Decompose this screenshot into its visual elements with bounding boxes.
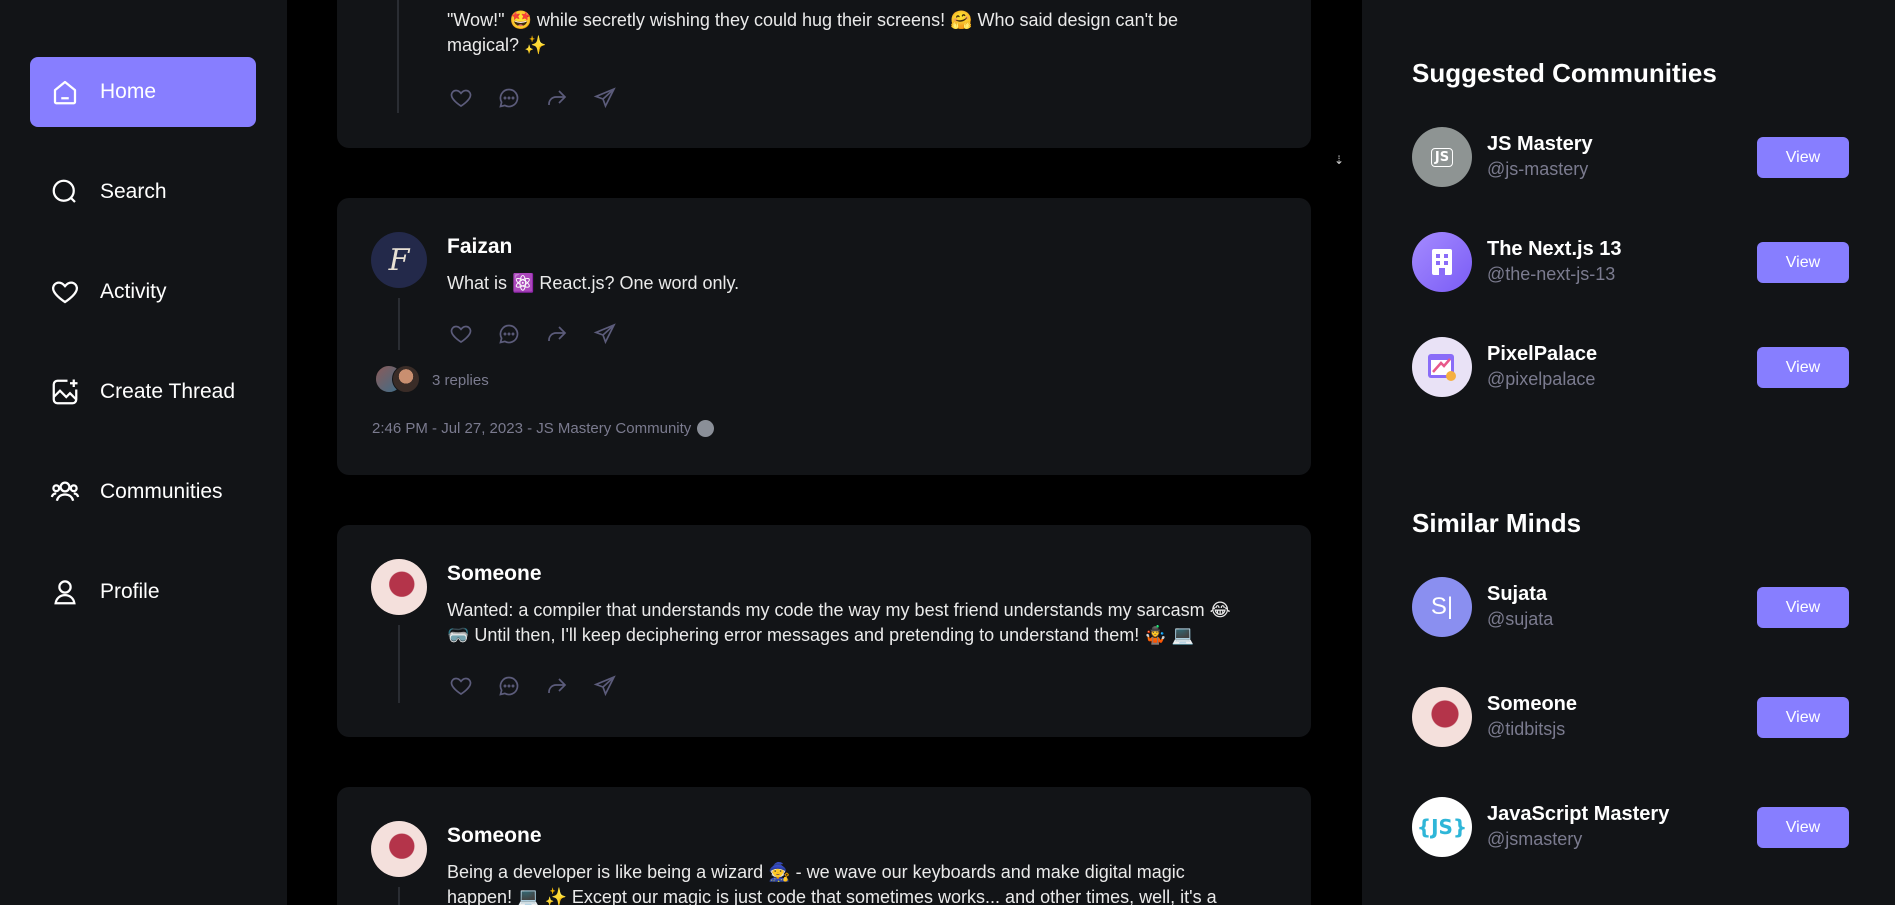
thread-line	[397, 0, 399, 113]
sidebar-item-home[interactable]: Home	[30, 57, 256, 127]
reply-icon[interactable]	[495, 84, 522, 111]
avatar: S|	[1412, 577, 1472, 637]
share-icon[interactable]	[591, 672, 618, 699]
sidebar-item-activity[interactable]: Activity	[30, 257, 256, 327]
reply-icon[interactable]	[495, 672, 522, 699]
reply-icon[interactable]	[495, 320, 522, 347]
user-handle: @jsmastery	[1487, 829, 1583, 849]
thread-actions	[447, 84, 618, 111]
avatar: JS	[1412, 127, 1472, 187]
thread-content: Wanted: a compiler that understands my c…	[447, 600, 1231, 645]
suggested-communities-title: Suggested Communities	[1412, 58, 1717, 88]
view-community-button[interactable]: View	[1757, 347, 1849, 388]
user-name: Someone	[1487, 693, 1578, 715]
thread-line	[398, 298, 400, 350]
view-community-button[interactable]: View	[1757, 242, 1849, 283]
home-icon	[50, 77, 80, 107]
community-icon	[697, 420, 715, 437]
avatar	[1412, 232, 1472, 292]
thread-content: Being a developer is like being a wizard…	[447, 862, 1217, 905]
community-name: PixelPalace	[1487, 343, 1598, 365]
sidebar-item-label: Home	[100, 80, 157, 103]
avatar[interactable]	[371, 821, 427, 877]
user-item: S| Sujata @sujata View	[1412, 577, 1849, 637]
repost-icon[interactable]	[543, 672, 570, 699]
thread-card: "Wow!" 🤩 while secretly wishing they cou…	[337, 0, 1311, 148]
sidebar-item-create-thread[interactable]: Create Thread	[30, 357, 256, 427]
heart-icon[interactable]	[447, 84, 474, 111]
sidebar-item-label: Communities	[100, 480, 223, 503]
reply-avatar	[392, 365, 420, 393]
thread-line	[398, 625, 400, 703]
community-item: JS JS Mastery @js-mastery View	[1412, 127, 1849, 187]
scroll-indicator-icon[interactable]: ⇣	[1334, 153, 1346, 169]
similar-minds-title: Similar Minds	[1412, 508, 1582, 538]
avatar: {JS}	[1412, 797, 1472, 857]
view-user-button[interactable]: View	[1757, 807, 1849, 848]
user-item: Someone @tidbitsjs View	[1412, 687, 1849, 747]
thread-line	[398, 887, 400, 905]
sidebar-item-label: Profile	[100, 580, 160, 603]
community-handle: @pixelpalace	[1487, 369, 1596, 389]
thread-content: What is ⚛️ React.js? One word only.	[447, 273, 740, 293]
image-plus-icon	[50, 377, 80, 407]
thread-author[interactable]: Someone	[447, 824, 542, 848]
js-mastery-logo-icon: {JS}	[1416, 815, 1468, 839]
avatar	[1412, 687, 1472, 747]
community-handle: @js-mastery	[1487, 159, 1589, 179]
user-handle: @sujata	[1487, 609, 1554, 629]
user-icon	[50, 577, 80, 607]
sidebar-item-label: Create Thread	[100, 380, 236, 403]
replies-count[interactable]: 3 replies	[432, 372, 489, 389]
search-icon	[50, 177, 80, 207]
thread-card: Someone Wanted: a compiler that understa…	[337, 525, 1311, 737]
left-sidebar: Home Search Activity Create Thread Commu…	[0, 0, 287, 905]
user-item: {JS} JavaScript Mastery @jsmastery View	[1412, 797, 1849, 857]
share-icon[interactable]	[591, 320, 618, 347]
thread-author[interactable]: Faizan	[447, 235, 512, 259]
thread-meta: 2:46 PM - Jul 27, 2023 - JS Mastery Comm…	[372, 420, 715, 437]
avatar	[1412, 337, 1472, 397]
sidebar-item-label: Search	[100, 180, 167, 203]
community-name: The Next.js 13	[1487, 238, 1622, 260]
view-community-button[interactable]: View	[1757, 137, 1849, 178]
repost-icon[interactable]	[543, 84, 570, 111]
thread-actions	[447, 320, 618, 347]
share-icon[interactable]	[591, 84, 618, 111]
community-handle: @the-next-js-13	[1487, 264, 1616, 284]
heart-icon[interactable]	[447, 672, 474, 699]
heart-icon	[50, 277, 80, 307]
users-icon	[50, 477, 80, 507]
thread-card: Someone Being a developer is like being …	[337, 787, 1311, 905]
user-name: JavaScript Mastery	[1487, 803, 1670, 825]
thread-author[interactable]: Someone	[447, 562, 542, 586]
sidebar-item-search[interactable]: Search	[30, 157, 256, 227]
thread-content: "Wow!" 🤩 while secretly wishing they cou…	[447, 10, 1179, 55]
community-name: JS Mastery	[1487, 133, 1593, 155]
view-user-button[interactable]: View	[1757, 587, 1849, 628]
avatar[interactable]: F	[371, 232, 427, 288]
user-name: Sujata	[1487, 583, 1548, 605]
thread-actions	[447, 672, 618, 699]
thread-card: F Faizan What is ⚛️ React.js? One word o…	[337, 198, 1311, 475]
repost-icon[interactable]	[543, 320, 570, 347]
avatar[interactable]	[371, 559, 427, 615]
sidebar-item-label: Activity	[100, 280, 167, 303]
palette-icon	[1428, 354, 1456, 381]
right-sidebar: Suggested Communities JS JS Mastery @js-…	[1362, 0, 1895, 905]
heart-icon[interactable]	[447, 320, 474, 347]
sidebar-item-profile[interactable]: Profile	[30, 557, 256, 627]
community-item: The Next.js 13 @the-next-js-13 View	[1412, 232, 1849, 292]
view-user-button[interactable]: View	[1757, 697, 1849, 738]
user-handle: @tidbitsjs	[1487, 719, 1566, 739]
community-item: PixelPalace @pixelpalace View	[1412, 337, 1849, 397]
building-icon	[1432, 249, 1452, 275]
sidebar-item-communities[interactable]: Communities	[30, 457, 256, 527]
js-logo-icon: JS	[1430, 147, 1454, 167]
